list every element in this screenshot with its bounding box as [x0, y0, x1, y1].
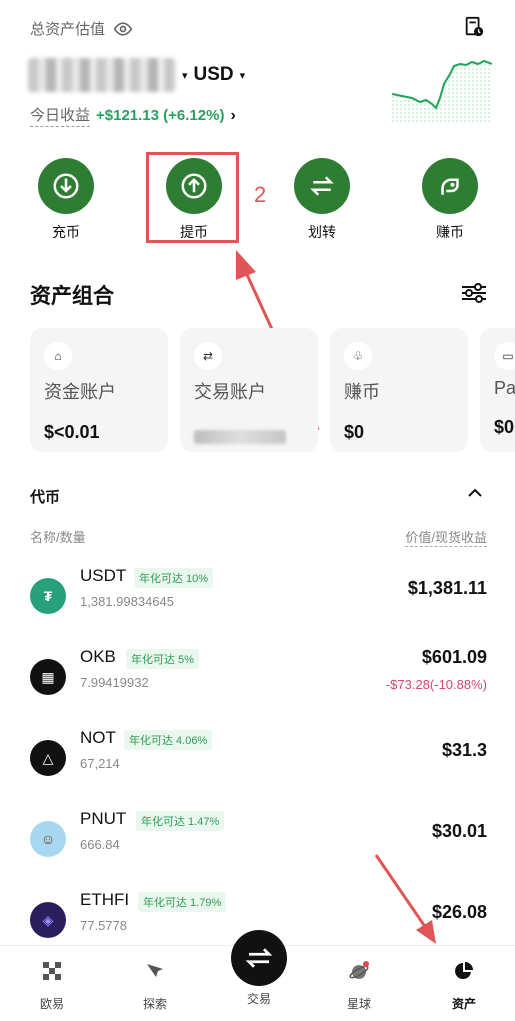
history-doc-icon[interactable]: [463, 16, 485, 38]
transfer-button[interactable]: 划转: [282, 158, 362, 242]
apy-badge[interactable]: 年化可达 5%: [126, 649, 199, 669]
deposit-icon: [53, 173, 79, 199]
apy-badge[interactable]: 年化可达 1.47%: [136, 811, 225, 831]
card-name: Pay: [494, 378, 515, 398]
hidden-card-amount: [194, 430, 286, 444]
nav-okx[interactable]: 欧易: [17, 960, 87, 1012]
card-name: 资金账户: [44, 382, 116, 402]
trade-button[interactable]: [231, 930, 287, 986]
token-symbol: ETHFI: [80, 890, 130, 909]
eye-icon[interactable]: [113, 19, 133, 39]
nav-explore[interactable]: 探索: [120, 960, 190, 1012]
token-row-pnut[interactable]: ☺ PNUT 年化可达 1.47% 666.84 $30.01: [0, 809, 515, 889]
token-quantity: 67,214: [80, 756, 120, 771]
pie-chart-icon: [455, 962, 473, 979]
tokens-title: 代币: [30, 489, 61, 506]
token-symbol: NOT: [80, 728, 116, 747]
token-value: $1,381.11: [407, 578, 487, 598]
balance-caret-icon[interactable]: ▾: [182, 69, 188, 82]
earn-label: 赚币: [436, 224, 464, 240]
token-value: $601.09: [421, 647, 487, 667]
annotation-box-withdraw: [146, 152, 239, 243]
today-pnl[interactable]: 今日收益 +$121.13 (+6.12%) ›: [30, 104, 236, 127]
apy-badge[interactable]: 年化可达 4.06%: [124, 730, 213, 750]
earn-small-icon: ♧: [344, 342, 372, 370]
nav-planet[interactable]: 星球: [324, 960, 394, 1012]
token-row-not[interactable]: △ NOT 年化可达 4.06% 67,214 $31.3: [0, 728, 515, 808]
nav-label: 探索: [142, 997, 167, 1011]
planet-icon: [349, 961, 369, 979]
token-row-usdt[interactable]: ₮ USDT 年化可达 10% 1,381.99834645 $1,381.11: [0, 566, 515, 646]
card-amount: $<0.01: [44, 422, 100, 442]
card-name: 赚币: [344, 382, 380, 402]
filter-sliders-icon[interactable]: [461, 282, 487, 304]
currency-selector[interactable]: USD: [194, 64, 234, 86]
card-name: 交易账户: [194, 382, 266, 402]
not-coin-icon: △: [30, 740, 66, 776]
total-assets-text: 总资产估值: [30, 21, 106, 38]
today-pnl-label: 今日收益: [30, 104, 91, 127]
transfer-label: 划转: [308, 224, 336, 240]
transfer-icon: [310, 176, 334, 196]
card-pay-account[interactable]: ▭ Pay $0: [480, 328, 515, 452]
okb-coin-icon: ▦: [30, 659, 66, 695]
card-pay-icon: ▭: [494, 342, 515, 370]
balance-sparkline: [392, 59, 492, 122]
deposit-label: 充币: [52, 224, 80, 240]
card-amount: $0: [494, 417, 515, 437]
token-quantity: 77.5778: [80, 918, 127, 933]
token-pnl: -$73.28(-10.88%): [385, 677, 487, 692]
token-symbol: PNUT: [80, 809, 127, 828]
account-cards[interactable]: ⌂ 资金账户 $<0.01 ⇄ 交易账户 ♧ 赚币 $0 ▭ Pay $0: [30, 328, 515, 452]
total-assets-label: 总资产估值: [30, 18, 133, 39]
column-name-qty: 名称/数量: [30, 530, 86, 545]
token-value: $30.01: [431, 821, 487, 841]
total-balance: ▾ USD ▾: [28, 58, 245, 92]
swap-arrows-icon: [245, 948, 273, 968]
nav-trade-label: 交易: [246, 992, 271, 1006]
card-earn-account[interactable]: ♧ 赚币 $0: [330, 328, 468, 452]
compass-icon: [147, 964, 163, 977]
token-row-okb[interactable]: ▦ OKB 年化可达 5% 7.99419932 $601.09 -$73.28…: [0, 647, 515, 727]
nav-label: 星球: [346, 997, 371, 1011]
nav-assets[interactable]: 资产: [429, 960, 499, 1012]
pnut-coin-icon: ☺: [30, 821, 66, 857]
deposit-button[interactable]: 充币: [26, 158, 106, 242]
earn-icon: [441, 178, 459, 195]
currency-caret-icon[interactable]: ▾: [240, 69, 246, 82]
apy-badge[interactable]: 年化可达 10%: [134, 568, 214, 588]
wallet-icon: ⌂: [44, 342, 72, 370]
okx-logo-icon: [43, 962, 61, 980]
token-value: $31.3: [441, 740, 487, 760]
annotation-step-2: 2: [254, 182, 267, 207]
card-amount: $0: [344, 422, 365, 442]
column-value-pnl[interactable]: 价值/现货收益: [405, 527, 487, 547]
exchange-icon: ⇄: [194, 342, 222, 370]
chevron-right-icon: ›: [230, 106, 236, 124]
token-quantity: 666.84: [80, 837, 120, 852]
token-symbol: USDT: [80, 566, 127, 585]
hidden-balance-value: [28, 58, 176, 92]
nav-label: 欧易: [39, 997, 64, 1011]
token-quantity: 7.99419932: [80, 675, 149, 690]
token-symbol: OKB: [80, 647, 116, 666]
token-value: $26.08: [431, 902, 487, 922]
apy-badge[interactable]: 年化可达 1.79%: [138, 892, 227, 912]
chevron-up-icon[interactable]: [467, 486, 483, 500]
today-pnl-value: +$121.13 (+6.12%): [96, 107, 225, 124]
nav-label: 资产: [451, 997, 476, 1011]
card-funding-account[interactable]: ⌂ 资金账户 $<0.01: [30, 328, 168, 452]
earn-button[interactable]: 赚币: [410, 158, 490, 242]
usdt-coin-icon: ₮: [30, 578, 66, 614]
token-quantity: 1,381.99834645: [80, 594, 174, 609]
portfolio-title: 资产组合: [30, 285, 114, 308]
ethfi-coin-icon: ◈: [30, 902, 66, 938]
card-trading-account[interactable]: ⇄ 交易账户: [180, 328, 318, 452]
